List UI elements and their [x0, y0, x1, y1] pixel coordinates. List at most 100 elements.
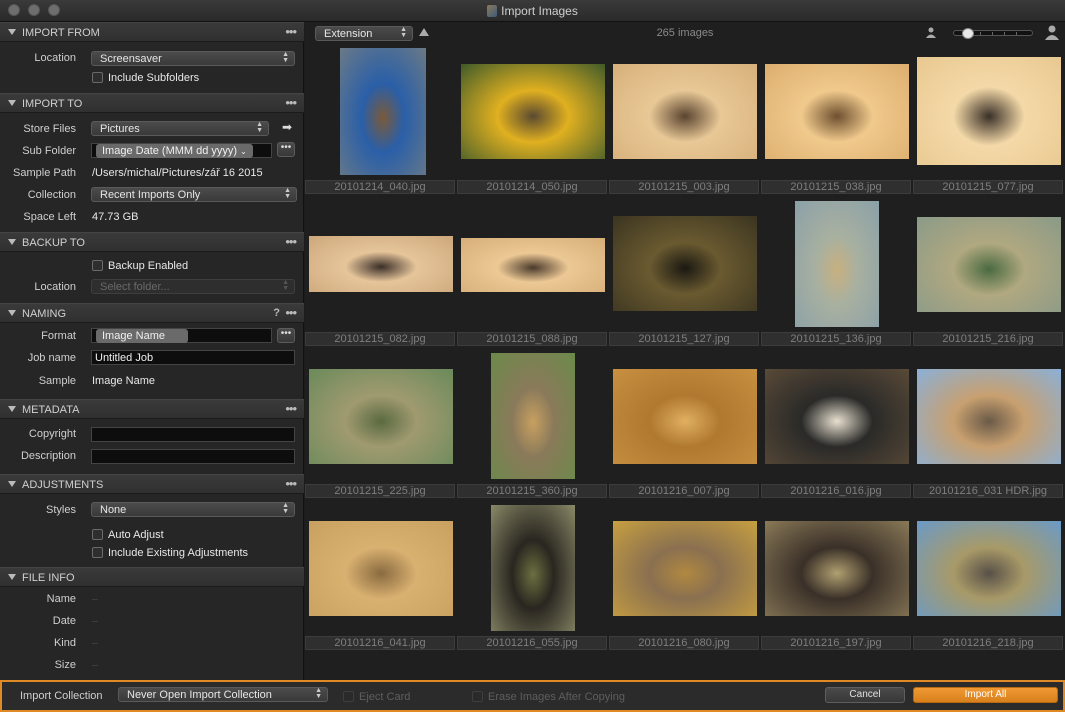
backup-location-placeholder: Select folder...	[100, 281, 170, 293]
file-info-kind-label: Kind	[53, 637, 76, 649]
thumbnail-image[interactable]	[765, 369, 909, 464]
job-name-label: Job name	[27, 352, 76, 364]
collection-label: Collection	[27, 189, 76, 201]
sub-folder-more-button[interactable]: •••	[277, 142, 295, 157]
sidebar: IMPORT FROM ••• Location Screensaver ▲ ▼ I…	[0, 22, 304, 680]
section-file-info[interactable]: FILE INFO	[0, 567, 304, 587]
window-title: Import Images	[0, 4, 1065, 18]
cancel-button[interactable]: Cancel	[825, 687, 905, 703]
job-name-input[interactable]: Untitled Job	[91, 350, 295, 365]
more-options-icon[interactable]: •••	[285, 95, 297, 110]
thumbnail-size-slider[interactable]	[953, 28, 1033, 39]
file-info-name-label: Name	[46, 593, 76, 605]
thumbnail-image[interactable]	[613, 64, 757, 159]
import-collection-select[interactable]: Never Open Import Collection ▲ ▼	[118, 687, 328, 702]
more-options-icon[interactable]: •••	[285, 305, 297, 320]
section-import-to[interactable]: IMPORT TO •••	[0, 93, 304, 113]
thumbnail-image[interactable]	[491, 505, 575, 631]
include-subfolders-checkbox[interactable]	[92, 72, 103, 83]
thumbnail-filename: 20101215_038.jpg	[761, 180, 911, 194]
thumbnail-image[interactable]	[461, 238, 605, 292]
disclosure-triangle-icon[interactable]	[8, 239, 16, 245]
thumbnail-filename: 20101216_007.jpg	[609, 484, 759, 498]
naming-sample-label: Sample	[38, 375, 76, 387]
disclosure-triangle-icon[interactable]	[8, 481, 16, 487]
thumbnail-image[interactable]	[613, 216, 757, 311]
sample-path-value: /Users/michal/Pictures/zář 16 2015	[92, 167, 263, 179]
copyright-label: Copyright	[28, 428, 76, 440]
thumbnail-image[interactable]	[795, 201, 879, 327]
help-icon[interactable]: ?	[273, 307, 280, 319]
sub-folder-token[interactable]: Image Date (MMM dd yyyy) ⌄	[96, 144, 253, 158]
space-left-label: Space Left	[23, 211, 76, 223]
store-files-select[interactable]: Pictures ▲ ▼	[91, 121, 269, 136]
description-label: Description	[20, 450, 76, 462]
disclosure-triangle-icon[interactable]	[8, 406, 16, 412]
eject-card-label: Eject Card	[359, 691, 411, 703]
slider-tick	[1004, 32, 1005, 35]
disclosure-triangle-icon[interactable]	[8, 574, 16, 580]
erase-images-checkbox[interactable]	[472, 691, 483, 702]
section-adjustments[interactable]: ADJUSTMENTS •••	[0, 474, 304, 494]
thumbnail-image[interactable]	[461, 64, 605, 159]
thumbnail-filename: 20101216_080.jpg	[609, 636, 759, 650]
collection-value: Recent Imports Only	[100, 189, 201, 201]
backup-enabled-checkbox[interactable]	[92, 260, 103, 271]
disclosure-triangle-icon[interactable]	[8, 100, 16, 106]
thumbnail-image[interactable]	[491, 353, 575, 479]
thumbnail-image[interactable]	[917, 57, 1061, 165]
styles-select[interactable]: None ▲ ▼	[91, 502, 295, 517]
auto-adjust-checkbox[interactable]	[92, 529, 103, 540]
thumbnail-image[interactable]	[917, 369, 1061, 464]
import-location-select[interactable]: Screensaver ▲ ▼	[91, 51, 295, 66]
backup-location-select[interactable]: Select folder... ▲ ▼	[91, 279, 295, 294]
include-subfolders-label: Include Subfolders	[108, 72, 200, 84]
person-large-icon[interactable]	[1045, 25, 1059, 40]
thumbnail-filename: 20101216_197.jpg	[761, 636, 911, 650]
more-options-icon[interactable]: •••	[285, 476, 297, 491]
thumbnail-image[interactable]	[917, 521, 1061, 616]
thumbnail-filename: 20101214_040.jpg	[305, 180, 455, 194]
space-left-value: 47.73 GB	[92, 211, 139, 223]
more-options-icon[interactable]: •••	[285, 234, 297, 249]
include-existing-adjustments-checkbox[interactable]	[92, 547, 103, 558]
thumbnail-image[interactable]	[613, 521, 757, 616]
import-location-value: Screensaver	[100, 53, 162, 65]
copyright-input[interactable]	[91, 427, 295, 442]
section-import-from[interactable]: IMPORT FROM •••	[0, 22, 304, 42]
thumbnail-filename: 20101215_088.jpg	[457, 332, 607, 346]
section-metadata[interactable]: METADATA •••	[0, 399, 304, 419]
format-token[interactable]: Image Name	[96, 329, 188, 343]
more-options-icon[interactable]: •••	[285, 401, 297, 416]
format-more-button[interactable]: •••	[277, 328, 295, 343]
bottom-bar: Import Collection Never Open Import Coll…	[0, 680, 1065, 712]
thumbnail-filename: 20101215_082.jpg	[305, 332, 455, 346]
import-all-button[interactable]: Import All	[913, 687, 1058, 703]
disclosure-triangle-icon[interactable]	[8, 310, 16, 316]
thumbnail-image[interactable]	[765, 521, 909, 616]
thumbnail-filename: 20101215_216.jpg	[913, 332, 1063, 346]
person-small-icon[interactable]	[926, 27, 936, 38]
thumbnail-filename: 20101216_041.jpg	[305, 636, 455, 650]
popup-arrows-icon: ▲ ▼	[315, 687, 322, 700]
thumbnail-filename: 20101215_136.jpg	[761, 332, 911, 346]
thumbnail-image[interactable]	[917, 217, 1061, 312]
collection-select[interactable]: Recent Imports Only ▲ ▼	[91, 187, 297, 202]
more-options-icon[interactable]: •••	[285, 24, 297, 39]
eject-card-checkbox[interactable]	[343, 691, 354, 702]
thumbnail-image[interactable]	[340, 48, 426, 175]
section-naming[interactable]: NAMING ? •••	[0, 303, 304, 323]
import-collection-label: Import Collection	[20, 690, 103, 702]
section-backup-to[interactable]: BACKUP TO •••	[0, 232, 304, 252]
thumbnail-image[interactable]	[765, 64, 909, 159]
section-title: METADATA	[22, 404, 80, 416]
format-token-text: Image Name	[102, 330, 165, 342]
thumbnail-image[interactable]	[613, 369, 757, 464]
reveal-arrow-icon[interactable]: ➡	[282, 120, 292, 134]
thumbnail-image[interactable]	[309, 369, 453, 464]
description-input[interactable]	[91, 449, 295, 464]
disclosure-triangle-icon[interactable]	[8, 29, 16, 35]
thumbnail-image[interactable]	[309, 236, 453, 292]
thumbnail-image[interactable]	[309, 521, 453, 616]
slider-thumb[interactable]	[962, 28, 974, 39]
